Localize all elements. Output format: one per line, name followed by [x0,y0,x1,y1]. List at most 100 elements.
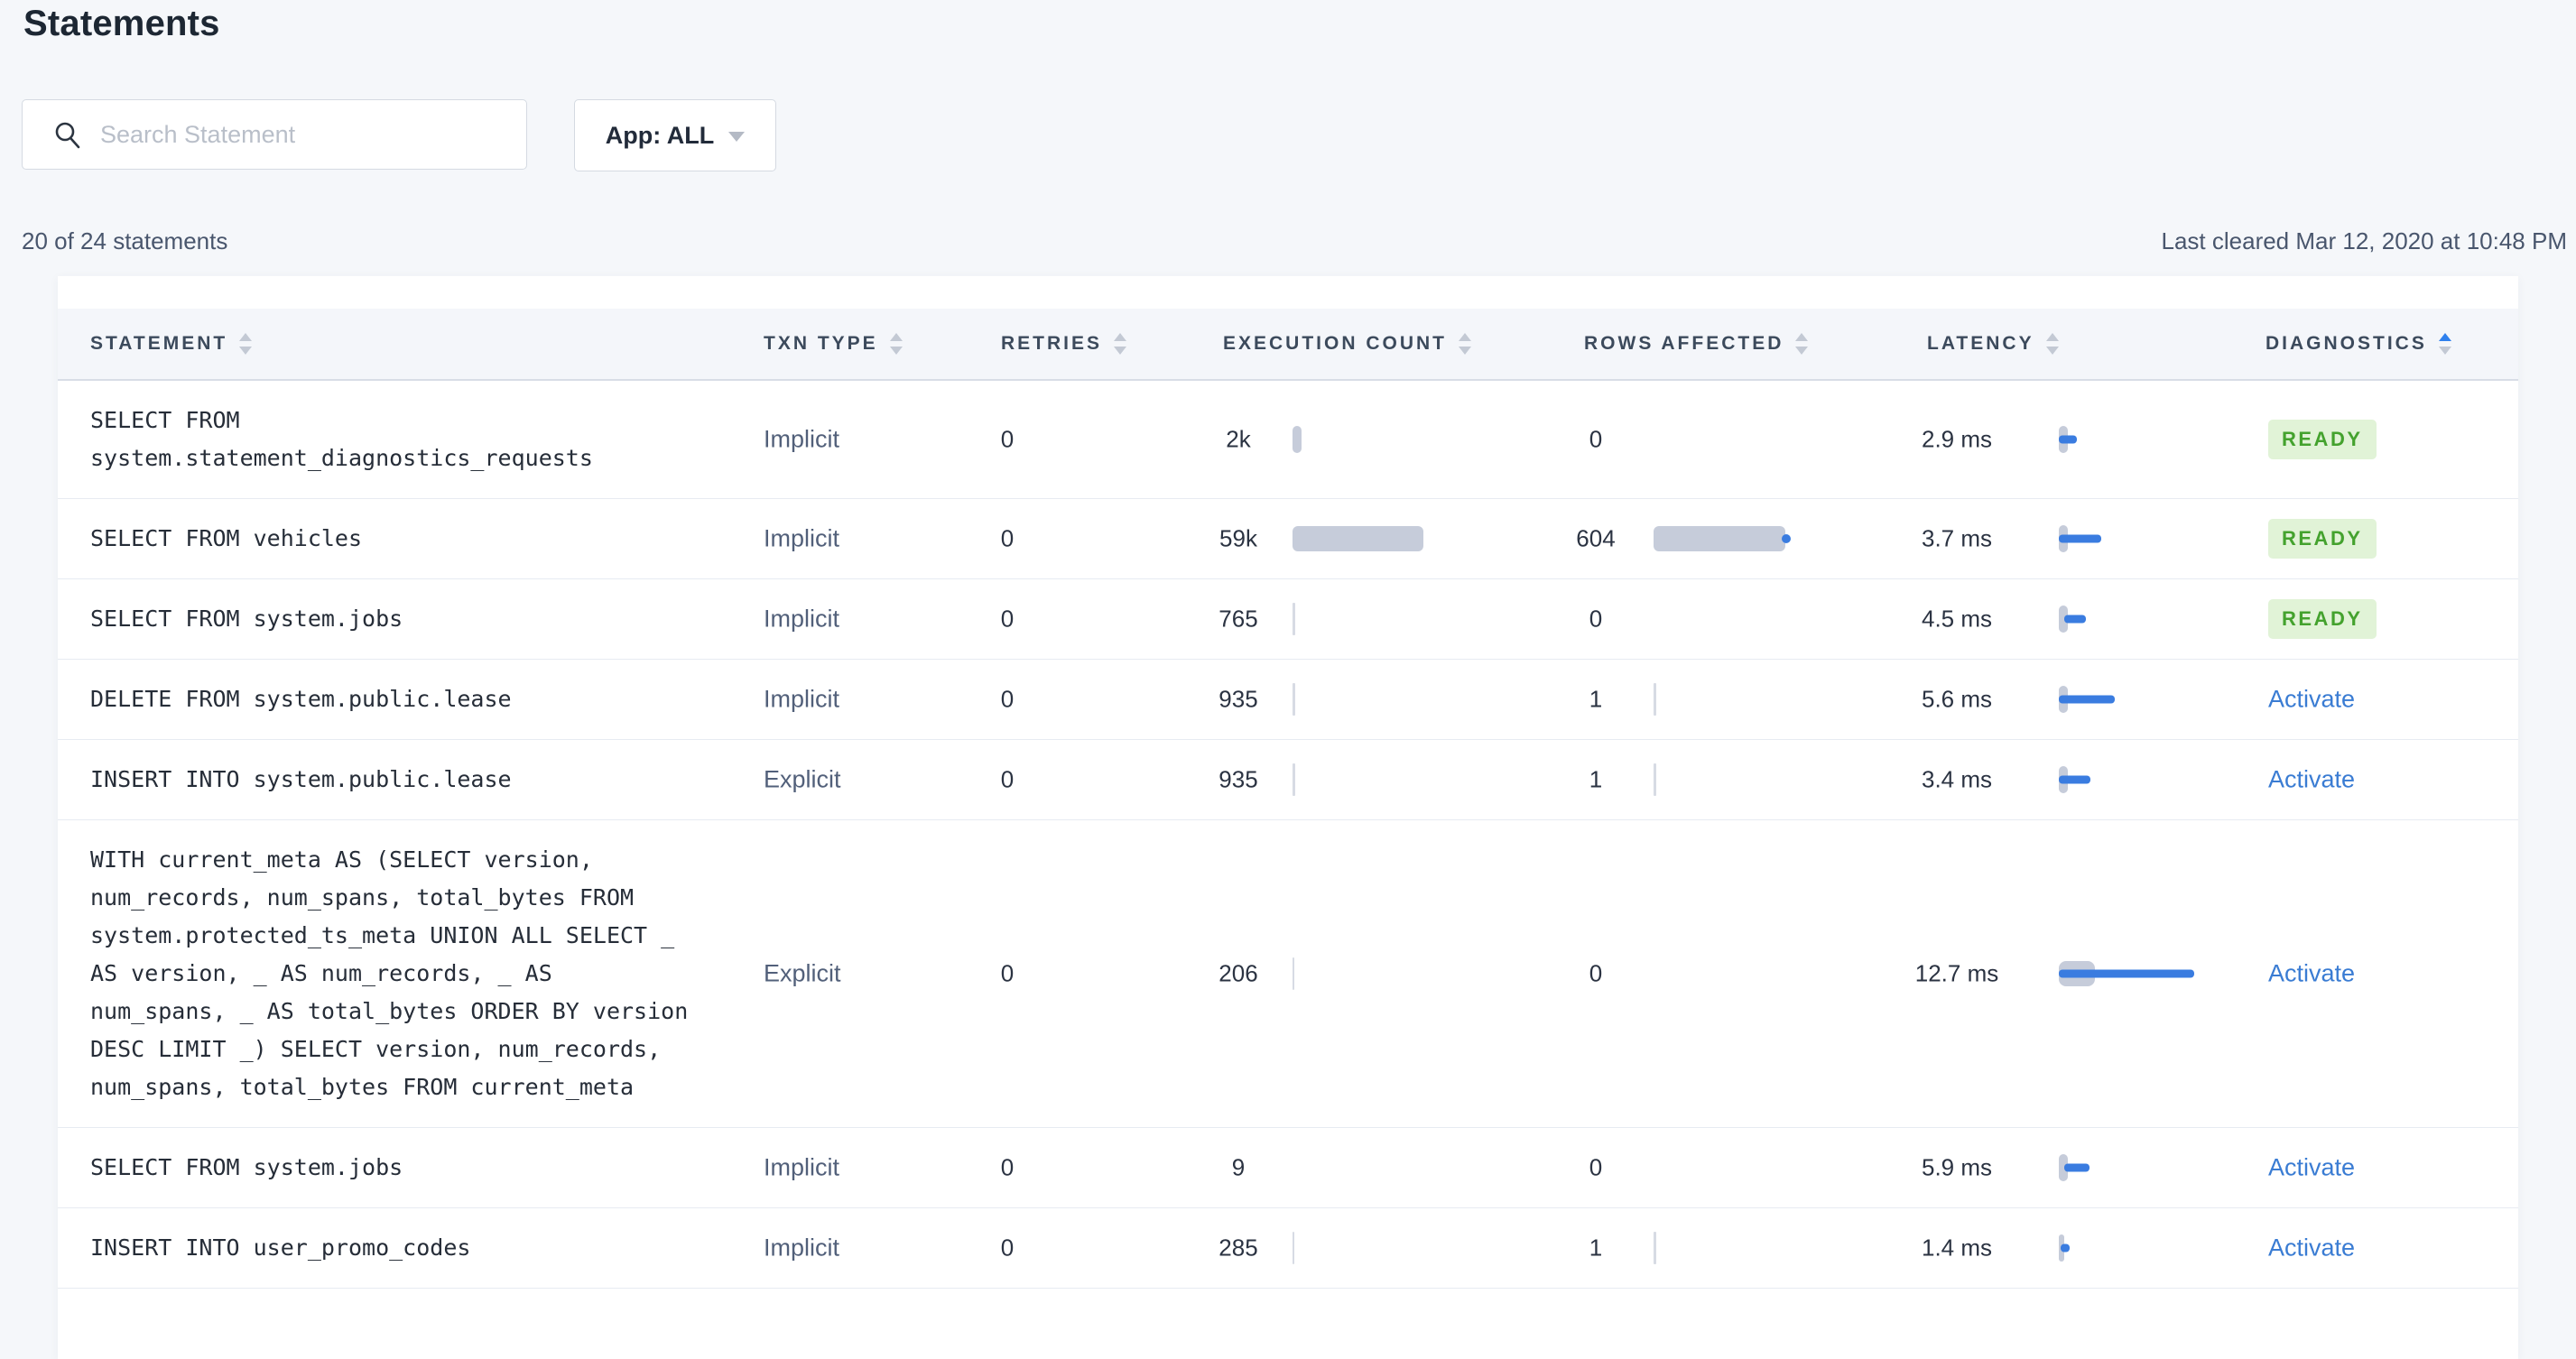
app-filter-dropdown[interactable]: App: ALL [574,99,776,171]
latency-bar [2059,684,2248,715]
search-input[interactable] [98,119,508,150]
column-header-retries[interactable]: RETRIES [1001,333,1127,355]
sort-arrows-icon [2045,333,2059,355]
latency-bar [2059,958,2248,989]
column-header-latency[interactable]: LATENCY [1927,333,2059,355]
sort-arrows-icon [889,333,903,355]
diagnostics-activate-link[interactable]: Activate [2268,960,2355,987]
sort-arrows-icon [1459,333,1472,355]
column-header-execution-count[interactable]: EXECUTION COUNT [1223,333,1472,355]
sort-arrows-icon [1795,333,1809,355]
diagnostics-cell: READY [2268,519,2377,559]
rows-affected-value: 1 [1589,765,1603,793]
execution-count-bar-fill [1293,683,1295,716]
execution-count-bar-fill [1293,957,1294,990]
table-row: INSERT INTO user_promo_codes Implicit 0 … [58,1208,2518,1289]
retries-value: 0 [1000,685,1015,713]
rows-affected-value: 0 [1589,1153,1603,1181]
latency-bar-fill [2061,1243,2070,1253]
latency-value: 12.7 ms [1914,959,1999,987]
rows-affected-value: 0 [1589,605,1603,633]
statement-text[interactable]: SELECT FROM system.jobs [90,1149,695,1187]
sort-arrows-icon [2438,333,2451,355]
table-row: WITH current_meta AS (SELECT version, nu… [58,820,2518,1128]
diagnostics-cell: Activate [2268,960,2355,988]
rows-affected-value: 0 [1589,959,1603,987]
latency-bar [2059,604,2248,634]
table-row: SELECT FROM vehicles Implicit 0 59k 604 … [58,499,2518,579]
latency-bar [2059,1152,2248,1183]
statement-text[interactable]: SELECT FROM vehicles [90,520,695,558]
latency-value: 2.9 ms [1921,425,1993,453]
page-title: Statements [23,4,220,43]
latency-bar-fill [2059,534,2101,543]
diagnostics-ready-badge: READY [2268,420,2377,459]
statement-text[interactable]: INSERT INTO user_promo_codes [90,1229,695,1267]
execution-count-bar-fill [1293,426,1302,453]
diagnostics-cell: Activate [2268,686,2355,714]
statement-text[interactable]: WITH current_meta AS (SELECT version, nu… [90,841,695,1106]
rows-affected-bar-fill [1654,526,1785,551]
diagnostics-ready-badge: READY [2268,519,2377,559]
table-row: SELECT FROM system.jobs Implicit 0 765 0… [58,579,2518,660]
chevron-down-icon [728,132,746,142]
statement-text[interactable]: SELECT FROM system.jobs [90,600,695,638]
diagnostics-activate-link[interactable]: Activate [2268,766,2355,793]
table-row: SELECT FROM system.jobs Implicit 0 9 0 5… [58,1128,2518,1208]
diagnostics-activate-link[interactable]: Activate [2268,1154,2355,1181]
latency-bar [2059,424,2248,455]
latency-bar-fill [2064,1163,2090,1172]
column-header-rows-affected[interactable]: ROWS AFFECTED [1584,333,1809,355]
latency-value: 5.6 ms [1921,685,1993,713]
sort-arrows-icon [239,333,253,355]
txn-type-value: Explicit [764,765,841,793]
rows-affected-value: 0 [1589,425,1603,453]
latency-bar-fill [2059,969,2194,978]
latency-bar [2059,1233,2248,1263]
retries-value: 0 [1000,524,1015,552]
statement-text[interactable]: SELECT FROM system.statement_diagnostics… [90,402,695,477]
diagnostics-cell: READY [2268,420,2377,459]
execution-count-bar-fill [1293,763,1295,796]
latency-value: 3.7 ms [1921,524,1993,552]
table-header-row: STATEMENT TXN TYPE RETRIES EXECUTION COU… [58,309,2518,381]
rows-affected-bar-fill [1654,763,1656,796]
rows-affected-bar-fill [1654,1232,1656,1264]
diagnostics-cell: Activate [2268,1234,2355,1262]
table-row: DELETE FROM system.public.lease Implicit… [58,660,2518,740]
column-header-label: LATENCY [1927,333,2034,354]
latency-bar-fill [2059,775,2090,784]
table-row: INSERT INTO system.public.lease Explicit… [58,740,2518,820]
txn-type-value: Implicit [764,524,840,552]
txn-type-value: Implicit [764,425,840,453]
column-header-label: TXN TYPE [764,333,878,354]
latency-bar-fill [2059,435,2077,444]
rows-affected-dot [1782,534,1791,543]
diagnostics-cell: READY [2268,599,2377,639]
rows-affected-value: 604 [1576,524,1616,552]
rows-affected-bar-fill [1654,683,1656,716]
diagnostics-activate-link[interactable]: Activate [2268,686,2355,713]
latency-bar-fill [2059,695,2115,704]
statements-count: 20 of 24 statements [22,227,228,254]
rows-affected-value: 1 [1589,1234,1603,1262]
column-header-statement[interactable]: STATEMENT [90,333,253,355]
txn-type-value: Implicit [764,685,840,713]
statements-table: STATEMENT TXN TYPE RETRIES EXECUTION COU… [58,276,2518,1359]
statement-text[interactable]: DELETE FROM system.public.lease [90,680,695,718]
diagnostics-activate-link[interactable]: Activate [2268,1234,2355,1262]
column-header-label: STATEMENT [90,333,228,354]
column-header-label: RETRIES [1001,333,1103,354]
retries-value: 0 [1000,765,1015,793]
column-header-txn-type[interactable]: TXN TYPE [764,333,903,355]
sort-arrows-icon [1114,333,1127,355]
column-header-diagnostics[interactable]: DIAGNOSTICS [2266,333,2451,355]
rows-affected-value: 1 [1589,685,1603,713]
txn-type-value: Implicit [764,1153,840,1181]
statement-text[interactable]: INSERT INTO system.public.lease [90,761,695,799]
latency-value: 1.4 ms [1921,1234,1993,1262]
latency-value: 4.5 ms [1921,605,1993,633]
execution-count-bar-fill [1293,526,1423,551]
latency-value: 3.4 ms [1921,765,1993,793]
txn-type-value: Explicit [764,959,841,987]
